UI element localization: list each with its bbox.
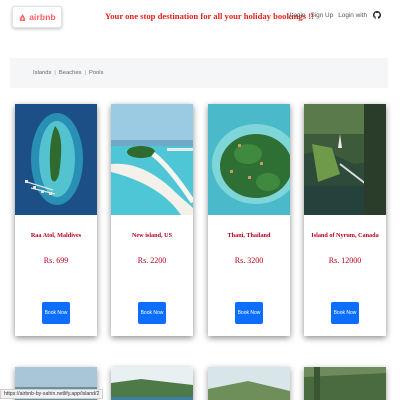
listing-card[interactable]: Thani, Thailand Rs. 3200 Book Now bbox=[208, 104, 290, 336]
listing-title: Raa Atol, Maldives bbox=[30, 232, 82, 239]
browser-status-url: https://airbnb-by-sahin.netlify.app/isla… bbox=[0, 389, 104, 399]
logo-text: airbnb bbox=[29, 12, 56, 22]
listing-price: Rs. 2200 bbox=[137, 256, 167, 265]
book-now-button[interactable]: Book Now bbox=[138, 302, 166, 324]
listing-card-partial[interactable] bbox=[208, 367, 290, 400]
filter-separator: | bbox=[54, 70, 56, 76]
listing-photo-nyrum bbox=[304, 104, 386, 215]
signup-link[interactable]: Sign Up bbox=[310, 12, 333, 19]
airbnb-logo-icon bbox=[20, 13, 26, 21]
listing-title: Thani, Thailand bbox=[227, 232, 271, 239]
listing-photo bbox=[111, 367, 193, 400]
book-now-button[interactable]: Book Now bbox=[235, 302, 263, 324]
top-header: airbnb Your one stop destination for all… bbox=[0, 0, 400, 38]
book-now-button[interactable]: Book Now bbox=[42, 302, 70, 324]
filter-pools[interactable]: Pools bbox=[89, 70, 104, 76]
login-with-github-link[interactable]: Login with bbox=[338, 12, 367, 19]
airbnb-logo[interactable]: airbnb bbox=[12, 6, 62, 28]
listing-price: Rs. 699 bbox=[43, 256, 69, 265]
tagline: Your one stop destination for all your h… bbox=[105, 11, 314, 21]
category-filter-bar: Islands | Beaches | Pools bbox=[10, 58, 388, 88]
listing-photo-new-island bbox=[111, 104, 193, 215]
book-now-button[interactable]: Book Now bbox=[331, 302, 359, 324]
listing-card[interactable]: New island, US Rs. 2200 Book Now bbox=[111, 104, 193, 336]
listing-photo bbox=[208, 367, 290, 400]
listing-title: New island, US bbox=[131, 232, 173, 239]
listing-photo-maldives bbox=[15, 104, 97, 215]
header-nav: Login Sign Up Login with bbox=[290, 11, 381, 19]
listing-price: Rs. 12000 bbox=[328, 256, 362, 265]
listing-photo-thani bbox=[208, 104, 290, 215]
listing-card[interactable]: Raa Atol, Maldives Rs. 699 Book Now bbox=[15, 104, 97, 336]
listing-card-partial[interactable] bbox=[304, 367, 386, 400]
listing-card[interactable]: Island of Nyrum, Canada Rs. 12000 Book N… bbox=[304, 104, 386, 336]
listing-photo bbox=[304, 367, 386, 400]
listing-price: Rs. 3200 bbox=[234, 256, 264, 265]
filter-islands[interactable]: Islands bbox=[33, 70, 51, 76]
listing-title: Island of Nyrum, Canada bbox=[311, 232, 379, 239]
listing-card-partial[interactable] bbox=[111, 367, 193, 400]
filter-beaches[interactable]: Beaches bbox=[59, 70, 82, 76]
filter-separator: | bbox=[84, 70, 86, 76]
login-link[interactable]: Login bbox=[290, 12, 306, 19]
github-icon[interactable] bbox=[373, 11, 381, 19]
